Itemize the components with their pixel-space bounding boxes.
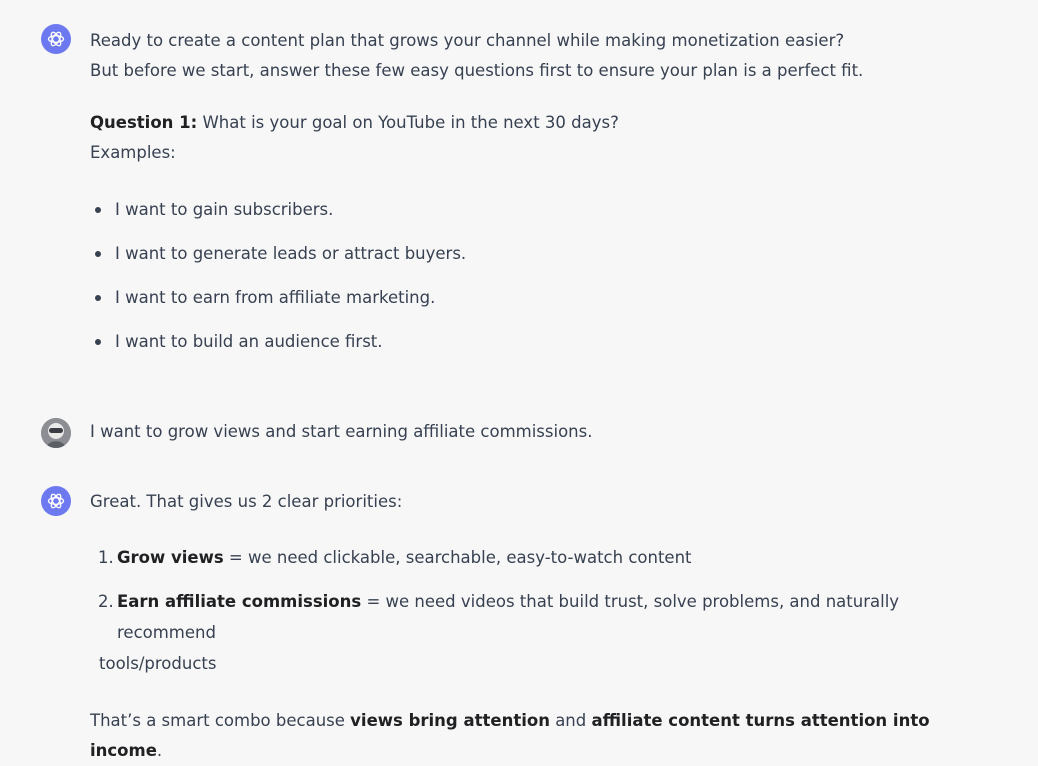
list-item: 2. Earn affiliate commissions = we need … [98, 592, 900, 673]
question-label: Question 1: [90, 113, 198, 132]
openai-logo-icon [41, 24, 71, 54]
priority-title: Grow views [117, 548, 224, 567]
priorities-intro: Great. That gives us 2 clear priorities: [90, 492, 403, 511]
priorities-list: 1. Grow views = we need clickable, searc… [90, 542, 990, 679]
examples-list: I want to gain subscribers. I want to ge… [90, 195, 990, 371]
bullet-icon [95, 207, 101, 213]
examples-label: Examples: [90, 143, 176, 162]
bullet-icon [95, 251, 101, 257]
question-1: Question 1: What is your goal on YouTube… [90, 108, 990, 138]
user-message-content: I want to grow views and start earning a… [90, 417, 990, 447]
list-item: 1. Grow views = we need clickable, searc… [98, 548, 692, 567]
assistant-message-content: Great. That gives us 2 clear priorities:… [90, 487, 990, 766]
user-avatar-icon [41, 418, 71, 448]
priority-title: Earn affiliate commissions [117, 592, 362, 611]
bullet-icon [95, 295, 101, 301]
intro-line-2: But before we start, answer these few ea… [90, 61, 864, 80]
list-item: I want to generate leads or attract buye… [90, 239, 990, 283]
list-item: I want to build an audience first. [90, 327, 990, 371]
user-message-text: I want to grow views and start earning a… [90, 422, 593, 441]
intro-line-1: Ready to create a content plan that grow… [90, 31, 845, 50]
list-item: I want to earn from affiliate marketing. [90, 283, 990, 327]
assistant-message-content: Ready to create a content plan that grow… [90, 26, 990, 371]
question-text: What is your goal on YouTube in the next… [197, 113, 619, 132]
bullet-icon [95, 339, 101, 345]
openai-logo-icon [41, 486, 71, 516]
list-item: I want to gain subscribers. [90, 195, 990, 239]
closing-paragraph: That’s a smart combo because views bring… [90, 711, 930, 760]
